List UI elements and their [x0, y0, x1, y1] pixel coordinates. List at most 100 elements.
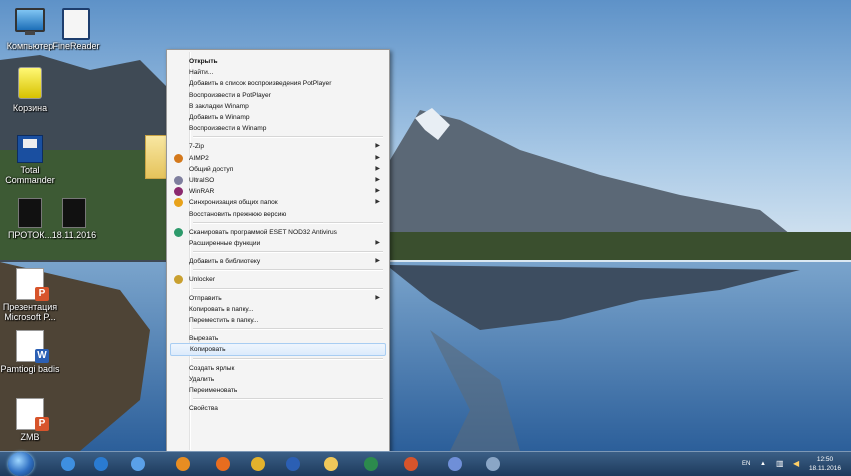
desktop-icon-label: Корзина — [12, 103, 48, 113]
menu-item-label: UltraISO — [189, 177, 215, 184]
menu-item-label: Сканировать программой ESET NOD32 Antivi… — [189, 228, 337, 236]
taskbar-button[interactable] — [210, 454, 236, 474]
menu-item-label: Восстановить прежнюю версию — [189, 210, 287, 218]
desktop-icon-label: Total Commander — [5, 165, 55, 185]
menu-item-label: Воспроизвести в PotPlayer — [189, 91, 271, 99]
menu-item-label: Добавить в список воспроизведения PotPla… — [189, 80, 332, 88]
menu-separator — [193, 221, 383, 224]
desktop-icon-label: 18.11.2016 — [51, 230, 97, 240]
menu-item[interactable]: Воспроизвести в Winamp — [170, 122, 386, 135]
menu-item-label: Создать ярлык — [189, 364, 235, 372]
taskbar-button[interactable] — [280, 454, 306, 474]
aimp-icon — [174, 153, 183, 163]
dark-file-icon — [62, 198, 86, 228]
sync-icon — [174, 198, 183, 208]
taskbar-button[interactable] — [125, 454, 151, 474]
menu-item[interactable]: Копировать — [170, 343, 386, 357]
word-icon — [286, 457, 300, 471]
desktop-icon-word-document[interactable]: W Pamtiogi badis — [0, 330, 60, 374]
menu-item-label: 7-Zip — [189, 143, 205, 151]
desktop[interactable]: Компьютер FineReader Корзина Total Comma… — [0, 0, 851, 475]
menu-item-label: Добавить в Winamp — [189, 114, 250, 121]
desktop-icon-date-file[interactable]: 18.11.2016 — [44, 198, 104, 240]
menu-separator — [193, 269, 383, 272]
system-clock[interactable]: 12:50 18.11.2016 — [809, 455, 841, 473]
chrome-icon — [251, 457, 265, 471]
menu-item-label: AIMP2 — [189, 154, 209, 162]
show-hidden-icons-arrow-icon[interactable]: ▲ — [760, 452, 766, 476]
taskbar: EN ▲ ▥ ◀ 12:50 18.11.2016 — [0, 451, 851, 476]
desktop-icon-total-commander[interactable]: Total Commander — [0, 135, 60, 185]
menu-item-label: Синхронизация общих папок — [189, 199, 278, 207]
menu-item[interactable]: Расширенные функции ▶ — [170, 237, 386, 250]
taskbar-button[interactable] — [318, 454, 344, 474]
menu-item[interactable]: Свойства — [170, 402, 386, 415]
menu-item[interactable]: Переместить в папку... — [170, 314, 386, 327]
browser-icon — [131, 457, 145, 471]
volume-icon[interactable]: ◀ — [793, 452, 799, 476]
excel-icon — [364, 457, 378, 471]
context-menu: Открыть Найти... Добавить в список воспрои… — [166, 49, 390, 453]
desktop-icon-label: FineReader — [52, 41, 100, 51]
desktop-icon-label: ZMB — [20, 432, 40, 442]
taskbar-button[interactable] — [245, 454, 271, 474]
computer-icon — [15, 8, 45, 35]
menu-item[interactable]: Переименовать — [170, 384, 386, 397]
taskbar-button[interactable] — [55, 454, 81, 474]
menu-item-label: Расширенные функции — [189, 240, 261, 247]
menu-separator — [193, 136, 383, 139]
powerpoint-icon: P — [16, 398, 49, 431]
menu-item-label: Переименовать — [189, 387, 238, 394]
ultraiso-icon — [174, 176, 183, 185]
wallpaper-lake-mountains — [0, 0, 851, 451]
menu-item[interactable]: Добавить в библиотеку ▶ — [170, 255, 386, 268]
menu-item-label: Переместить в папку... — [189, 317, 259, 324]
taskbar-button[interactable] — [398, 454, 424, 474]
menu-item-label: Unlocker — [189, 276, 216, 284]
desktop-icon-zmb[interactable]: P ZMB — [0, 398, 60, 442]
language-indicator[interactable]: EN — [742, 452, 750, 476]
menu-separator — [193, 398, 383, 401]
menu-item-label: Открыть — [189, 58, 218, 65]
taskbar-button[interactable] — [442, 454, 468, 474]
menu-item-label: Отправить — [189, 294, 222, 302]
desktop-icon-label: Pamtiogi badis — [0, 364, 60, 374]
network-icon[interactable]: ▥ — [776, 452, 784, 476]
paint-icon — [448, 457, 462, 471]
menu-separator — [193, 357, 383, 360]
menu-item-label: Копировать в папку... — [189, 305, 254, 313]
eset-icon — [174, 227, 183, 237]
explorer-icon — [324, 457, 338, 471]
menu-item-label: Воспроизвести в Winamp — [189, 125, 267, 133]
dark-file-icon — [18, 198, 42, 228]
powerpoint-icon — [404, 457, 418, 471]
aimp-icon — [176, 457, 190, 471]
desktop-icon-finereader[interactable]: FineReader — [46, 8, 106, 51]
taskbar-button[interactable] — [480, 454, 506, 474]
menu-item[interactable]: Unlocker — [170, 273, 386, 286]
firefox-icon — [216, 457, 230, 471]
desktop-icon-recycle-bin[interactable]: Корзина — [0, 67, 60, 113]
menu-item-label: Общий доступ — [189, 165, 234, 173]
menu-item-label: Вырезать — [189, 335, 219, 343]
menu-item-label: WinRAR — [189, 188, 215, 196]
menu-item[interactable]: Восстановить прежнюю версию — [170, 208, 386, 221]
menu-item-label: Копировать — [190, 346, 226, 354]
winrar-icon — [174, 187, 183, 197]
desktop-icon-presentation[interactable]: P Презентация Microsoft P... — [0, 268, 60, 322]
powerpoint-icon: P — [16, 268, 49, 301]
book-icon — [62, 8, 90, 40]
taskbar-button[interactable] — [88, 454, 114, 474]
menu-item-label: Найти... — [189, 69, 214, 77]
taskbar-button[interactable] — [170, 454, 196, 474]
menu-separator — [193, 287, 383, 290]
unlocker-icon — [174, 275, 183, 285]
submenu-arrow-icon: ▶ — [375, 258, 380, 265]
clock-time: 12:50 — [816, 456, 834, 463]
start-button[interactable] — [8, 452, 34, 476]
taskbar-button[interactable] — [358, 454, 384, 474]
media-player-icon — [94, 457, 108, 471]
menu-item-label: Удалить — [189, 375, 215, 383]
menu-item-label: Свойства — [189, 405, 218, 413]
internet-explorer-icon — [61, 457, 75, 471]
